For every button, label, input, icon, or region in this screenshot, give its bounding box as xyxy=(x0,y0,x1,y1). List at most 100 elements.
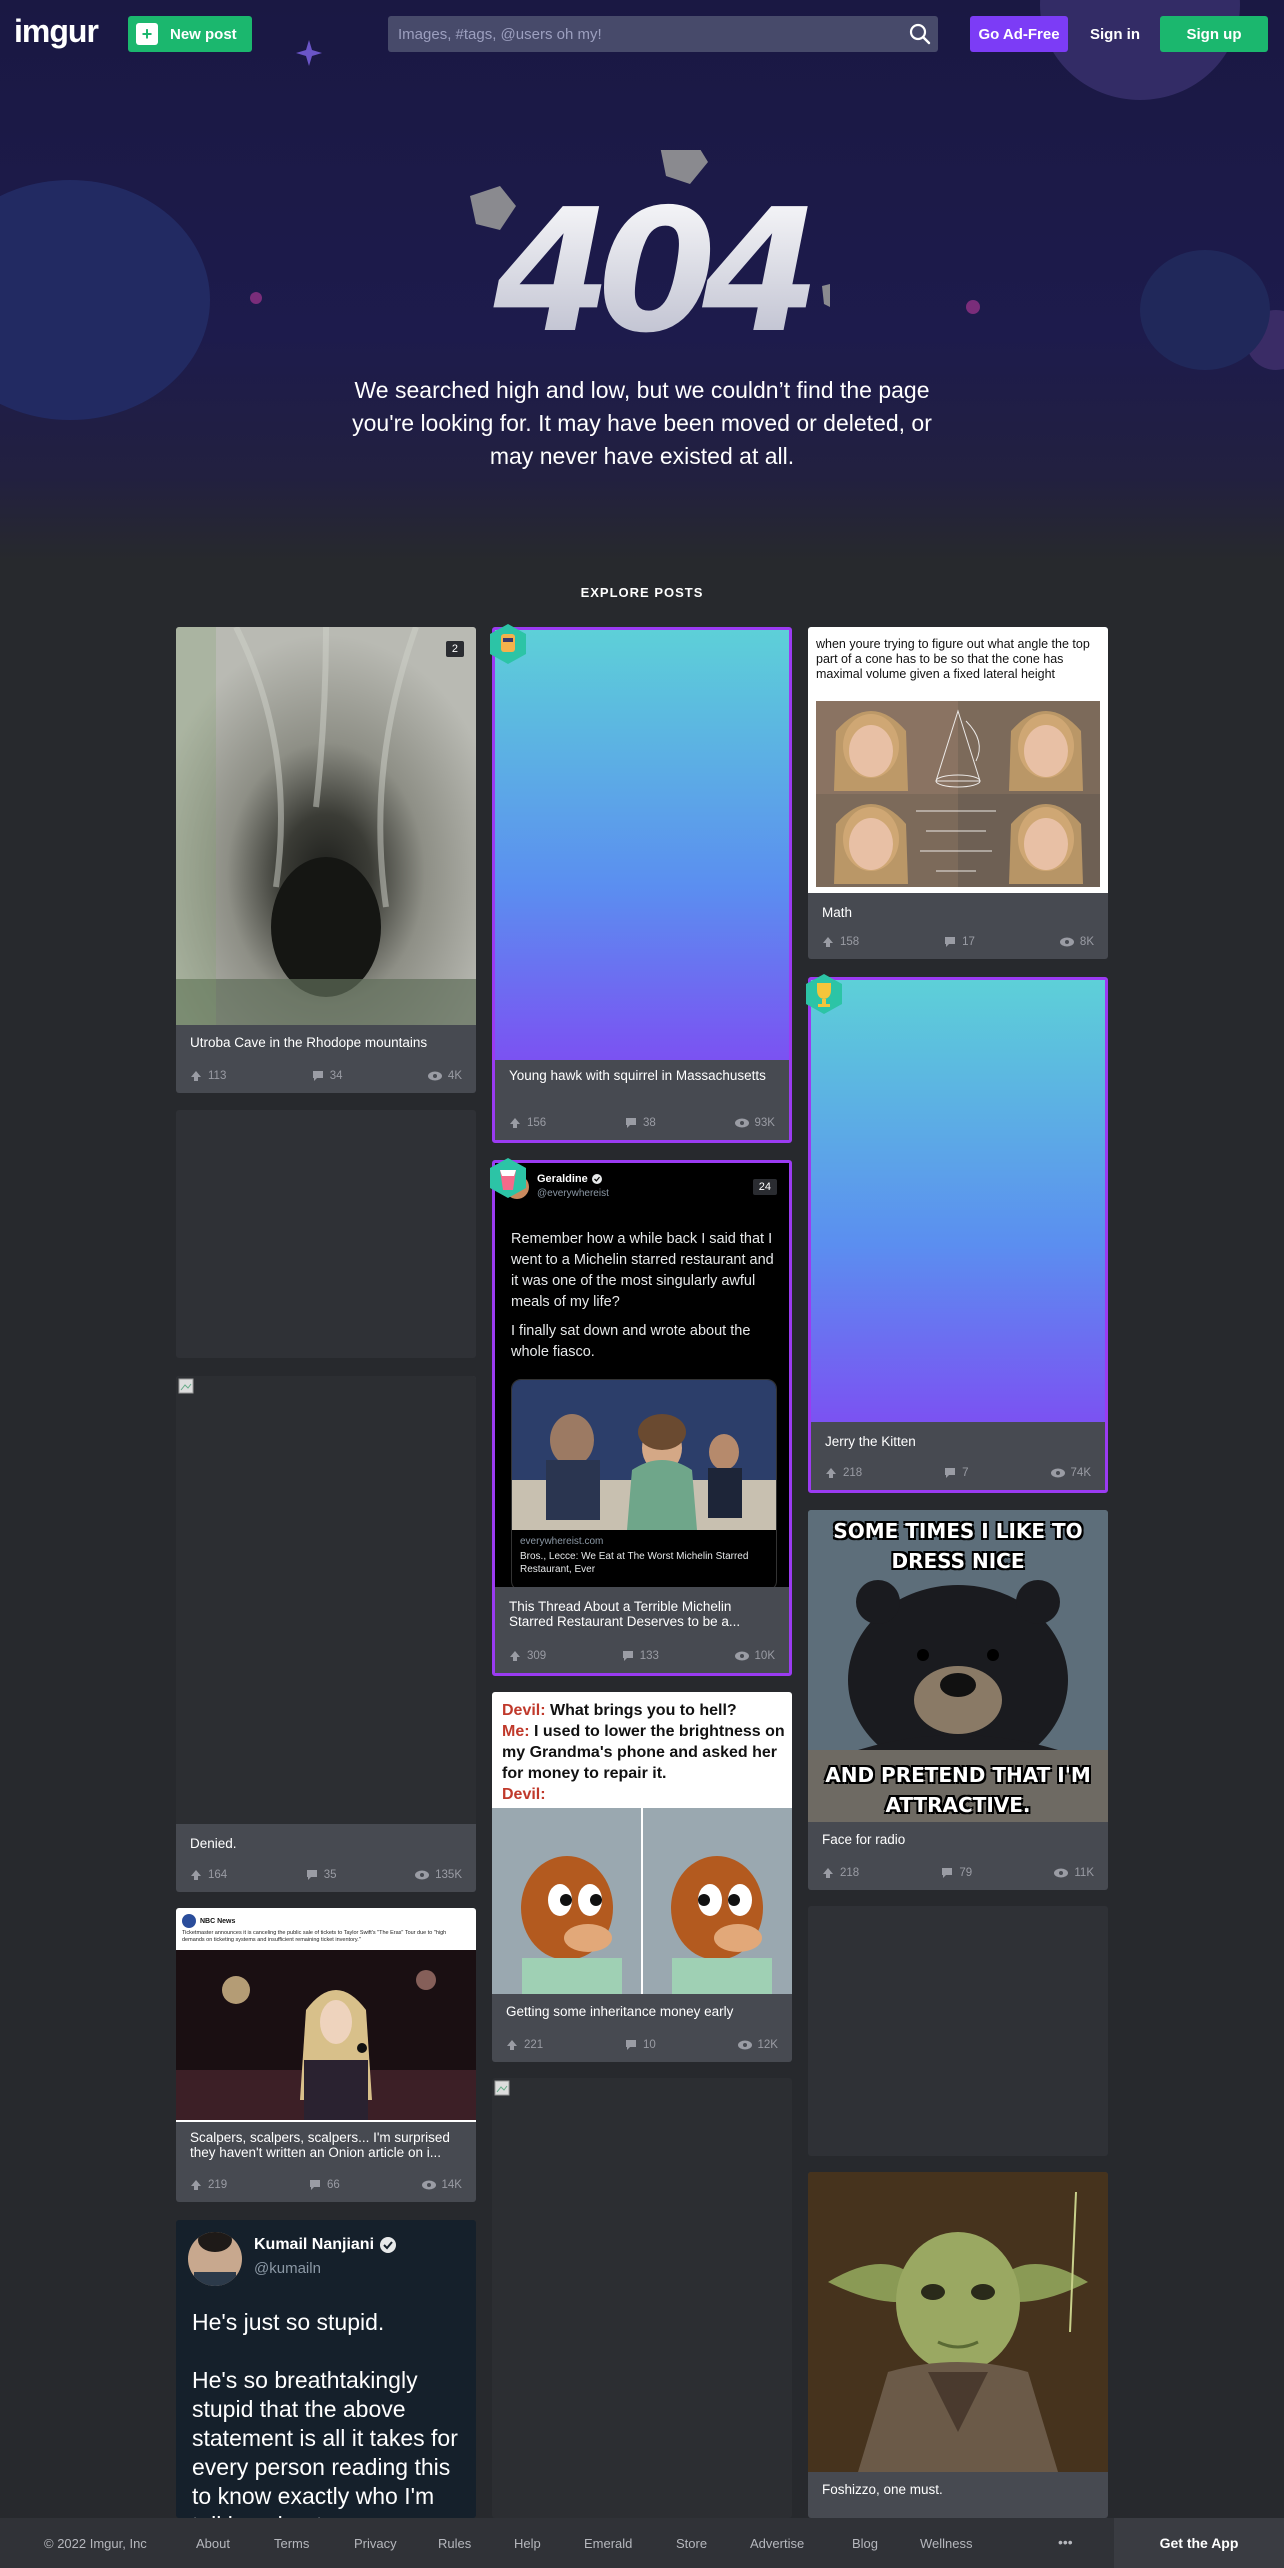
new-post-button[interactable]: + New post xyxy=(128,16,252,52)
post-stats: 156 38 93K xyxy=(509,1117,775,1129)
comment-icon xyxy=(309,2180,320,2190)
link-title: Bros., Lecce: We Eat at The Worst Michel… xyxy=(520,1551,749,1575)
post-card[interactable]: when youre trying to figure out what ang… xyxy=(808,627,1108,959)
news-source: NBC News xyxy=(200,1917,236,1925)
go-ad-free-button[interactable]: Go Ad-Free xyxy=(970,16,1068,52)
sign-in-link[interactable]: Sign in xyxy=(1086,16,1144,52)
post-card[interactable]: 2 Utroba Cave in the Rhodope mountains 1… xyxy=(176,627,476,1093)
meme-caption: Devil: What brings you to hell? Me: I us… xyxy=(502,1702,785,1803)
post-title: Foshizzo, one must. xyxy=(822,2482,943,2497)
upvote-icon xyxy=(191,1071,201,1081)
link-card[interactable]: everywhereist.com Bros., Lecce: We Eat a… xyxy=(511,1379,777,1591)
post-image xyxy=(811,980,1105,1422)
post-card[interactable]: Denied. 164 35 135K xyxy=(176,1376,476,1892)
comment-count: 7 xyxy=(944,1467,969,1479)
award-emblem-icon xyxy=(490,624,526,664)
footer-link-privacy[interactable]: Privacy xyxy=(354,2536,397,2551)
footer-link-help[interactable]: Help xyxy=(514,2536,541,2551)
verified-badge-icon xyxy=(591,1174,602,1184)
post-stats: 218 7 74K xyxy=(825,1467,1091,1479)
post-card[interactable]: Kumail Nanjiani @kumailn He's just so st… xyxy=(176,2220,476,2518)
error-code-text: 404 xyxy=(493,173,811,350)
imgur-logo[interactable]: imgur xyxy=(14,13,99,50)
math-lady-meme-image xyxy=(816,701,1100,887)
monkey-puppet-image xyxy=(492,1808,792,1994)
new-post-label: New post xyxy=(170,25,237,43)
post-image-broken xyxy=(176,1376,476,1824)
top-navigation: imgur + New post Go Ad-Free Sign in Sign… xyxy=(0,0,1284,64)
view-count: 4K xyxy=(427,1070,462,1082)
post-stats: 218 79 11K xyxy=(822,1867,1094,1879)
footer: © 2022 Imgur, Inc About Terms Privacy Ru… xyxy=(0,2518,1284,2568)
footer-link-blog[interactable]: Blog xyxy=(852,2536,878,2551)
footer-link-rules[interactable]: Rules xyxy=(438,2536,471,2551)
post-image: Devil: What brings you to hell? Me: I us… xyxy=(492,1692,792,1994)
comment-icon xyxy=(622,1651,633,1661)
post-card[interactable] xyxy=(492,2078,792,2518)
view-count: 8K xyxy=(1059,936,1094,948)
tweet-author-name: Kumail Nanjiani xyxy=(254,2236,375,2253)
post-card[interactable]: Jerry the Kitten 218 7 74K xyxy=(808,977,1108,1493)
post-stats: 113 34 4K xyxy=(190,1070,462,1082)
upvote-icon xyxy=(823,937,833,947)
footer-link-advertise[interactable]: Advertise xyxy=(750,2536,804,2551)
comment-icon xyxy=(625,2040,636,2050)
footer-link-terms[interactable]: Terms xyxy=(274,2536,309,2551)
search-icon[interactable] xyxy=(902,16,938,52)
hero-section: imgur + New post Go Ad-Free Sign in Sign… xyxy=(0,0,1284,560)
post-card[interactable]: NBC News Ticketmaster announces it is ca… xyxy=(176,1908,476,2202)
post-card[interactable]: Foshizzo, one must. xyxy=(808,2172,1108,2518)
post-title: Jerry the Kitten xyxy=(825,1434,916,1449)
comment-count: 79 xyxy=(941,1867,972,1879)
upvote-count: 309 xyxy=(509,1650,546,1662)
upvote-count: 156 xyxy=(509,1117,546,1129)
tweet-text: Remember how a while back I said that I … xyxy=(511,1231,774,1310)
comment-icon xyxy=(312,1071,323,1081)
eye-icon xyxy=(421,2180,436,2190)
eye-icon xyxy=(1050,1468,1065,1478)
footer-link-about[interactable]: About xyxy=(196,2536,230,2551)
eye-icon xyxy=(737,2040,752,2050)
news-avatar xyxy=(182,1914,196,1928)
footer-link-store[interactable]: Store xyxy=(676,2536,707,2551)
tweet-text: He's just so stupid. xyxy=(192,2309,385,2335)
upvote-count: 218 xyxy=(822,1867,859,1879)
verified-badge-icon xyxy=(380,2237,397,2253)
eye-icon xyxy=(1059,937,1074,947)
image-count-badge: 24 xyxy=(752,1179,777,1195)
post-card[interactable]: Devil: What brings you to hell? Me: I us… xyxy=(492,1692,792,2062)
post-image: NBC News Ticketmaster announces it is ca… xyxy=(176,1908,476,2122)
tweet-author-handle: @everywhereist xyxy=(537,1188,609,1199)
post-placeholder[interactable] xyxy=(808,1906,1108,2156)
link-domain: everywhereist.com xyxy=(520,1536,604,1547)
post-image xyxy=(176,627,476,1025)
meme-bottom-text: AND PRETEND THAT I'M ATTRACTIVE. xyxy=(825,1763,1091,1817)
comment-count: 66 xyxy=(309,2179,340,2191)
post-image xyxy=(808,2172,1108,2472)
upvote-count: 164 xyxy=(190,1869,227,1881)
footer-link-wellness[interactable]: Wellness xyxy=(920,2536,973,2551)
decor-circle xyxy=(1140,250,1270,370)
upvote-count: 158 xyxy=(822,936,859,948)
eye-icon xyxy=(415,1870,430,1880)
view-count: 135K xyxy=(415,1869,462,1881)
post-placeholder[interactable] xyxy=(176,1110,476,1358)
footer-link-emerald[interactable]: Emerald xyxy=(584,2536,632,2551)
post-title: Face for radio xyxy=(822,1832,906,1847)
comment-icon xyxy=(945,1468,956,1478)
post-image xyxy=(495,630,789,1060)
search-input[interactable] xyxy=(388,25,902,43)
post-title: Young hawk with squirrel in Massachusett… xyxy=(509,1068,766,1083)
search-bar xyxy=(388,16,938,52)
post-card[interactable]: SOME TIMES I LIKE TO DRESS NICE AND PRET… xyxy=(808,1510,1108,1890)
post-card[interactable]: Young hawk with squirrel in Massachusett… xyxy=(492,627,792,1143)
sign-up-button[interactable]: Sign up xyxy=(1160,16,1268,52)
eye-icon xyxy=(427,1071,442,1081)
tweet-text: I finally sat down and wrote about the w… xyxy=(511,1323,751,1360)
get-the-app-button[interactable]: Get the App xyxy=(1114,2518,1284,2568)
broken-image-icon xyxy=(178,1378,194,1394)
comment-icon xyxy=(945,937,956,947)
view-count: 10K xyxy=(734,1650,775,1662)
more-options-icon[interactable]: ••• xyxy=(1058,2534,1073,2550)
post-card[interactable]: Geraldine @everywhereist 24 Remember how… xyxy=(492,1160,792,1676)
